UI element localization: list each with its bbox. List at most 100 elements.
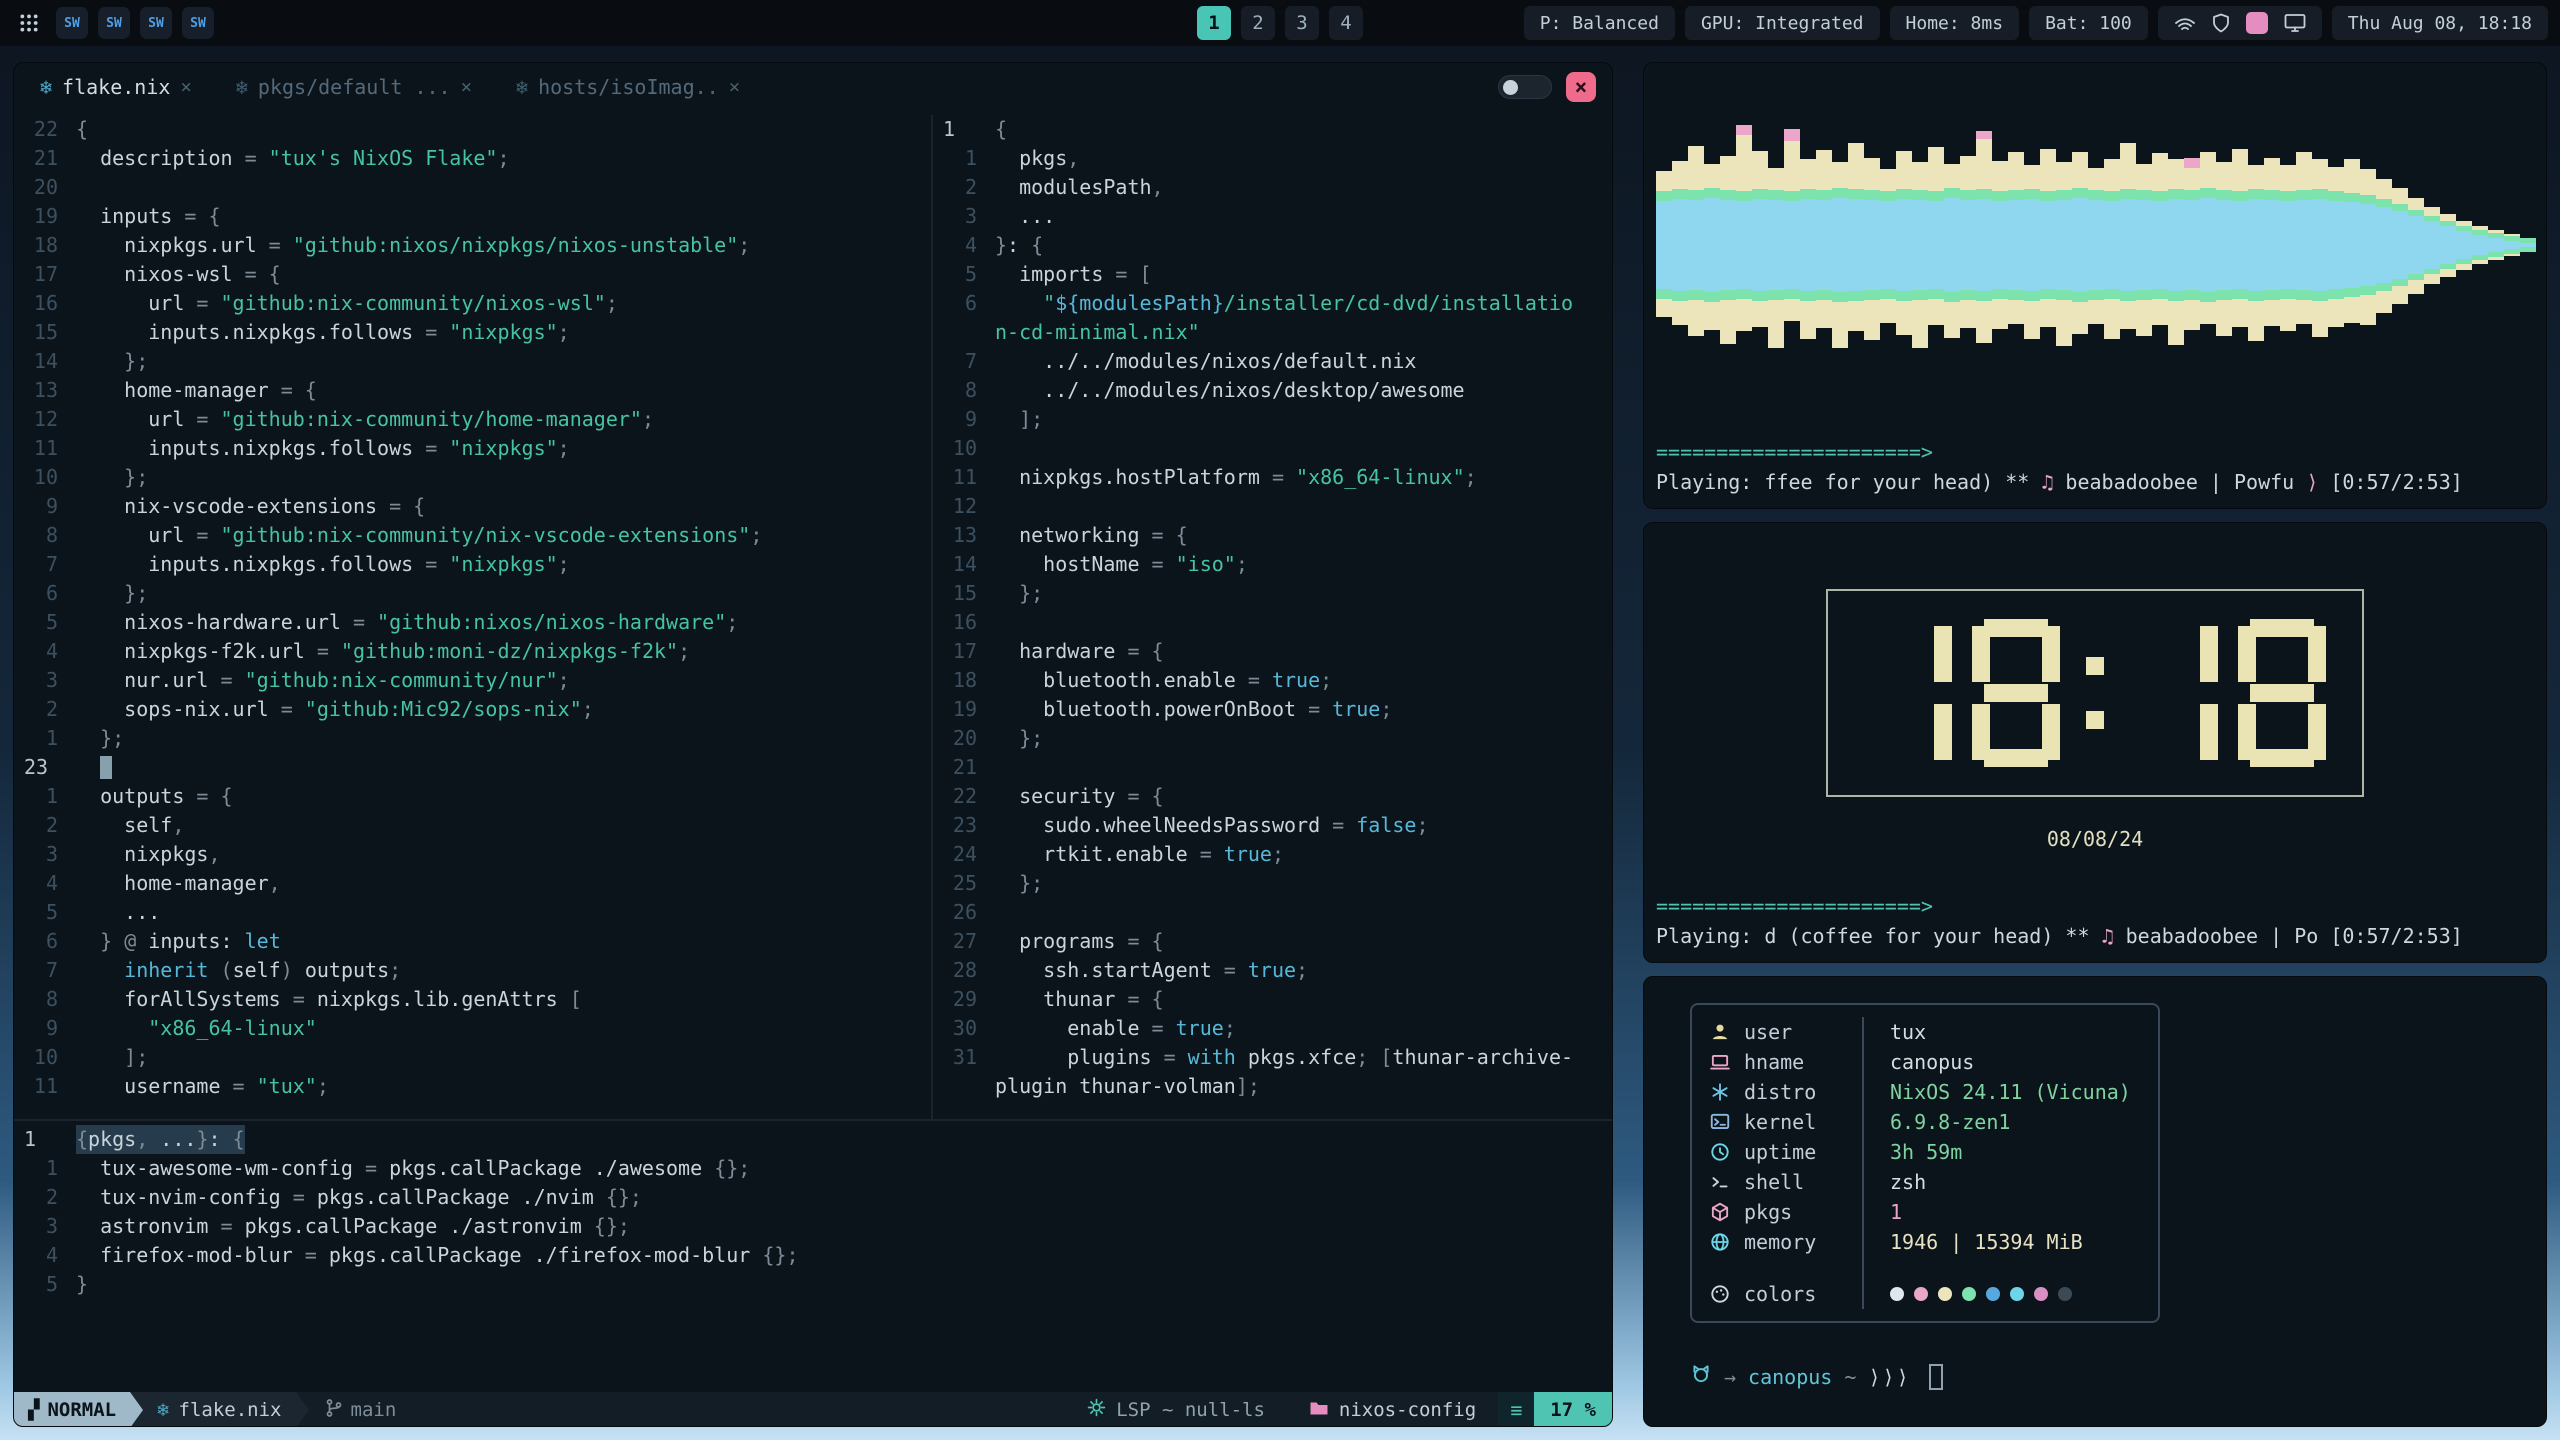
window-close-button[interactable]: × (1566, 72, 1596, 102)
viz-column (2312, 80, 2328, 410)
code-line: 3 nixpkgs, (14, 840, 931, 869)
code-line: 22 security = { (933, 782, 1612, 811)
tab-flake-nix[interactable]: ❄ flake.nix × (40, 75, 192, 99)
clock-digit (1972, 619, 2060, 767)
code-text: { (995, 115, 1007, 144)
taskbar-app-icon[interactable]: SW (98, 7, 130, 39)
viz-column (2216, 80, 2232, 410)
line-number: 26 (933, 898, 995, 927)
shield-icon[interactable] (2212, 13, 2230, 33)
fetch-row: kernel6.9.8-zen1 (1692, 1107, 2158, 1137)
palette-dot (1938, 1287, 1952, 1301)
line-number: 12 (933, 492, 995, 521)
editor-pane-flake[interactable]: 22{21 description = "tux's NixOS Flake";… (14, 115, 931, 1119)
scroll-percent: 17 % (1534, 1392, 1612, 1427)
viz-column (2200, 80, 2216, 410)
code-text: } (76, 1270, 88, 1299)
viz-column (2088, 80, 2104, 410)
music-note-icon: ♫ (2102, 924, 2114, 948)
tab-close-icon[interactable]: × (729, 76, 740, 98)
editor-pane-isoimage[interactable]: 1{1 pkgs,2 modulesPath,3 ...4}: {5 impor… (933, 115, 1612, 1119)
code-line: 6 }; (14, 579, 931, 608)
taskbar-app-icon[interactable]: SW (182, 7, 214, 39)
tab-close-icon[interactable]: × (180, 76, 191, 98)
code-line: 7 inherit (self) outputs; (14, 956, 931, 985)
wifi-icon[interactable] (2174, 14, 2196, 32)
viz-column (1896, 80, 1912, 410)
code-line: 3 ... (933, 202, 1612, 231)
tag-2[interactable]: 2 (1241, 6, 1275, 40)
titlebar-toggle[interactable] (1498, 75, 1552, 99)
tag-4[interactable]: 4 (1329, 6, 1363, 40)
code-line: 5 ... (14, 898, 931, 927)
code-line: 19 inputs = { (14, 202, 931, 231)
code-line: 1{pkgs, ...}: { (14, 1125, 1612, 1154)
tag-3[interactable]: 3 (1285, 6, 1319, 40)
display-icon[interactable] (2284, 13, 2306, 33)
tag-1[interactable]: 1 (1197, 6, 1231, 40)
line-number: 2 (14, 695, 76, 724)
taskbar-app-icon[interactable]: SW (140, 7, 172, 39)
viz-column (1960, 80, 1976, 410)
now-playing: Playing: ffee for your head) ** ♫ beabad… (1656, 470, 2534, 494)
nix-icon: ❄ (157, 1399, 168, 1421)
line-number: 5 (14, 1270, 76, 1299)
code-text: }: { (995, 231, 1043, 260)
code-text: inputs.nixpkgs.follows = "nixpkgs"; (76, 318, 570, 347)
viz-column (2488, 80, 2504, 410)
tab-pkgs-default[interactable]: ❄ pkgs/default ... × (236, 75, 472, 99)
code-line: 9 "x86_64-linux" (14, 1014, 931, 1043)
gear-icon (1087, 1398, 1106, 1422)
code-text: url = "github:nix-community/home-manager… (76, 405, 654, 434)
app-launcher-icon[interactable] (12, 6, 46, 40)
viz-column (2328, 80, 2344, 410)
line-number: 3 (933, 202, 995, 231)
code-text: home-manager, (76, 869, 281, 898)
tab-close-icon[interactable]: × (461, 76, 472, 98)
code-line: 18 nixpkgs.url = "github:nixos/nixpkgs/n… (14, 231, 931, 260)
code-text: username = "tux"; (76, 1072, 329, 1101)
clock-digit (2130, 619, 2218, 767)
code-text: nix-vscode-extensions = { (76, 492, 425, 521)
fetch-label: distro (1744, 1080, 1816, 1104)
code-text: ]; (76, 1043, 148, 1072)
code-line: 11 username = "tux"; (14, 1072, 931, 1101)
terminal-cursor[interactable] (1929, 1364, 1943, 1390)
taskbar-app-icon[interactable]: SW (56, 7, 88, 39)
line-number: 7 (14, 956, 76, 985)
line-number: 16 (933, 608, 995, 637)
code-line: 2 sops-nix.url = "github:Mic92/sops-nix"… (14, 695, 931, 724)
line-number: 15 (14, 318, 76, 347)
viz-column (1976, 80, 1992, 410)
line-number: 6 (933, 289, 995, 318)
powerline-separator (130, 1392, 143, 1427)
code-line: 5 nixos-hardware.url = "github:nixos/nix… (14, 608, 931, 637)
line-number: 3 (14, 666, 76, 695)
line-number: 18 (933, 666, 995, 695)
code-text: "${modulesPath}/installer/cd-dvd/install… (995, 289, 1573, 318)
line-number: 5 (14, 608, 76, 637)
line-number: 4 (14, 1241, 76, 1270)
code-text: description = "tux's NixOS Flake"; (76, 144, 510, 173)
code-line: 16 (933, 608, 1612, 637)
editor-pane-pkgs[interactable]: 1{pkgs, ...}: {1 tux-awesome-wm-config =… (14, 1119, 1612, 1392)
fetch-row: hnamecanopus (1692, 1047, 2158, 1077)
code-line: 11 inputs.nixpkgs.follows = "nixpkgs"; (14, 434, 931, 463)
tab-hosts-isoimage[interactable]: ❄ hosts/isoImag.. × (516, 75, 740, 99)
line-number: 1 (14, 724, 76, 753)
line-number: 31 (933, 1043, 995, 1072)
viz-column (2056, 80, 2072, 410)
system-tray (2158, 6, 2322, 40)
code-line: 23 (14, 753, 931, 782)
line-number: 13 (933, 521, 995, 550)
code-line: 2 self, (14, 811, 931, 840)
project-name: nixos-config (1287, 1392, 1498, 1427)
line-number: 12 (14, 405, 76, 434)
viz-column (2152, 80, 2168, 410)
code-line: 13 networking = { (933, 521, 1612, 550)
terminal-prompt[interactable]: → canopus ~ ⟩⟩⟩ (1690, 1363, 2546, 1390)
code-line: 27 programs = { (933, 927, 1612, 956)
folder-icon (1309, 1399, 1329, 1421)
line-number: 13 (14, 376, 76, 405)
screenshot-app-icon[interactable] (2246, 12, 2268, 34)
